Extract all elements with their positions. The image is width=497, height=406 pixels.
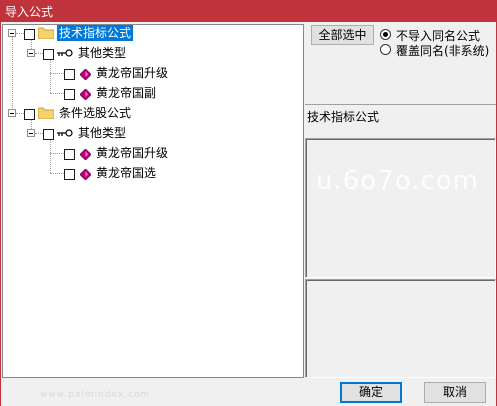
tree-item-formula[interactable]: 黄龙帝国升级 (94, 145, 170, 161)
tree-checkbox-technical[interactable] (24, 29, 35, 40)
tree-connector (50, 153, 64, 155)
tree-item-formula[interactable]: 黄龙帝国副 (94, 85, 158, 101)
tree-connector (50, 59, 52, 93)
tree-checkbox-leaf[interactable] (64, 69, 75, 80)
collapse-toggle[interactable] (27, 49, 35, 57)
tree-item-formula[interactable]: 黄龙帝国升级 (94, 65, 170, 81)
tree-item-formula[interactable]: 黄龙帝国选 (94, 165, 158, 181)
tree-checkbox-screening[interactable] (24, 109, 35, 120)
formula-description-panel (305, 138, 496, 278)
formula-gem-icon (80, 89, 91, 100)
key-icon (57, 129, 73, 137)
formula-params-panel (305, 279, 496, 378)
collapse-toggle[interactable] (8, 29, 16, 37)
select-all-button[interactable]: 全部选中 (311, 25, 374, 45)
overwrite-same-name-radio[interactable] (380, 44, 391, 55)
tree-connector (50, 93, 64, 95)
cancel-button[interactable]: 取消 (424, 382, 486, 403)
formula-type-label: 技术指标公式 (307, 110, 380, 124)
collapse-toggle[interactable] (8, 109, 16, 117)
tree-connector (50, 173, 64, 175)
tree-checkbox-leaf[interactable] (64, 149, 75, 160)
overwrite-same-name-label[interactable]: 覆盖同名(非系统) (396, 42, 489, 59)
tree-connector (50, 73, 64, 75)
tree-item-other-type[interactable]: 其他类型 (76, 125, 128, 141)
window-title: 导入公式 (5, 5, 54, 19)
tree-checkbox-leaf[interactable] (64, 169, 75, 180)
folder-icon (38, 107, 54, 119)
no-import-same-name-radio[interactable] (380, 29, 391, 40)
folder-icon (38, 27, 54, 39)
watermark: u.6o7o.com (316, 166, 479, 196)
tree-connector (12, 37, 14, 116)
tree-connector (50, 139, 52, 173)
title-bar: 导入公式 (0, 0, 497, 22)
tree-item-screening-formulas[interactable]: 条件选股公式 (57, 105, 133, 121)
ok-button[interactable]: 确定 (340, 382, 402, 403)
tree-item-technical-formulas[interactable]: 技术指标公式 (57, 25, 134, 41)
formula-gem-icon (80, 169, 91, 180)
formula-gem-icon (80, 69, 91, 80)
formula-tree[interactable]: 技术指标公式 其他类型 黄龙帝国升级 黄龙帝国副 条件选股公式 其他类型 黄龙帝… (2, 24, 304, 378)
formula-gem-icon (80, 149, 91, 160)
tree-checkbox-other-type[interactable] (43, 49, 54, 60)
tree-checkbox-other-type[interactable] (43, 129, 54, 140)
key-icon (57, 49, 73, 57)
collapse-toggle[interactable] (27, 129, 35, 137)
tree-item-other-type[interactable]: 其他类型 (76, 45, 128, 61)
watermark-footer: www.palmindex.com (40, 390, 151, 400)
tree-checkbox-leaf[interactable] (64, 89, 75, 100)
